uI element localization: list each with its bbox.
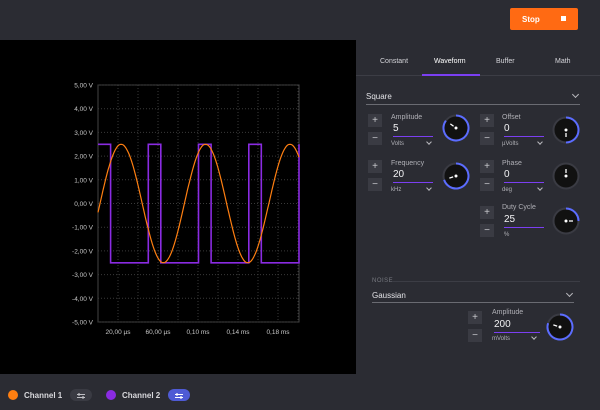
waveform-type-value: Square bbox=[366, 92, 392, 101]
knob-center bbox=[558, 325, 562, 329]
y-tick-label: 5,00 V bbox=[74, 83, 93, 90]
x-tick-label: 0,10 ms bbox=[186, 329, 210, 336]
channel-1-toggle[interactable] bbox=[70, 389, 92, 401]
plot-area[interactable]: 5,00 V 4,00 V 3,00 V 2,00 V 1,00 V 0,00 V -1,0… bbox=[0, 40, 356, 374]
y-tick-label: 1,00 V bbox=[74, 177, 93, 184]
y-tick-label: -3,00 V bbox=[72, 272, 94, 279]
tab-buffer[interactable]: Buffer bbox=[496, 58, 515, 65]
chevron-down-icon bbox=[531, 334, 537, 340]
frequency-input[interactable]: 20 bbox=[393, 169, 433, 183]
amplitude-unit-value: Volts bbox=[391, 141, 405, 147]
knob-center bbox=[454, 126, 458, 130]
noise-section-label: NOISE bbox=[372, 278, 394, 284]
amplitude-decrement-button[interactable]: − bbox=[368, 132, 382, 145]
phase-unit-select[interactable]: deg bbox=[502, 185, 544, 193]
tab-constant[interactable]: Constant bbox=[380, 58, 408, 65]
y-tick-label: 0,00 V bbox=[74, 201, 93, 208]
phase-decrement-button[interactable]: − bbox=[480, 178, 494, 191]
y-tick-label: -5,00 V bbox=[72, 320, 94, 327]
amplitude-input[interactable]: 5 bbox=[393, 123, 433, 137]
offset-increment-button[interactable]: + bbox=[480, 114, 494, 127]
offset-input[interactable]: 0 bbox=[504, 123, 544, 137]
signal-generator-panel: Constant Waveform Buffer Math Square + −… bbox=[356, 40, 600, 374]
offset-decrement-button[interactable]: − bbox=[480, 132, 494, 145]
noise-amplitude-input[interactable]: 200 bbox=[494, 319, 540, 333]
offset-label: Offset bbox=[502, 114, 521, 121]
noise-amplitude-increment-button[interactable]: + bbox=[468, 311, 482, 324]
x-tick-label: 0,14 ms bbox=[226, 329, 250, 336]
phase-increment-button[interactable]: + bbox=[480, 160, 494, 173]
x-tick-label: 60,00 µs bbox=[145, 329, 171, 336]
chevron-down-icon bbox=[571, 90, 580, 99]
frequency-decrement-button[interactable]: − bbox=[368, 178, 382, 191]
frequency-unit-select[interactable]: kHz bbox=[391, 185, 433, 193]
duty-cycle-knob[interactable] bbox=[552, 207, 580, 235]
oscilloscope-plot: 5,00 V 4,00 V 3,00 V 2,00 V 1,00 V 0,00 V -1,0… bbox=[72, 83, 300, 336]
noise-amplitude-unit-select[interactable]: mVolts bbox=[492, 334, 538, 342]
chevron-down-icon bbox=[537, 185, 543, 191]
offset-unit-select[interactable]: µVolts bbox=[502, 139, 544, 147]
channel-1-color-dot bbox=[8, 390, 18, 400]
duty-cycle-unit: % bbox=[504, 232, 510, 238]
knob-center bbox=[454, 174, 458, 178]
tab-bar: Constant Waveform Buffer Math bbox=[356, 40, 600, 76]
y-tick-label: 3,00 V bbox=[74, 130, 93, 137]
active-tab-indicator bbox=[422, 74, 480, 76]
knob-center bbox=[564, 128, 568, 132]
top-bar: Stop bbox=[0, 0, 600, 40]
duty-cycle-input[interactable]: 25 bbox=[504, 214, 544, 228]
chevron-down-icon bbox=[426, 139, 432, 145]
noise-type-value: Gaussian bbox=[372, 291, 406, 300]
channel-1-label: Channel 1 bbox=[24, 391, 63, 400]
stop-button[interactable]: Stop bbox=[510, 8, 578, 30]
channel-2-toggle[interactable] bbox=[168, 389, 190, 401]
tab-waveform[interactable]: Waveform bbox=[434, 58, 466, 65]
knob-center bbox=[564, 219, 568, 223]
knob-center bbox=[564, 174, 568, 178]
duty-cycle-label: Duty Cycle bbox=[502, 204, 536, 211]
chevron-down-icon bbox=[565, 289, 574, 298]
noise-amplitude-decrement-button[interactable]: − bbox=[468, 329, 482, 342]
amplitude-label: Amplitude bbox=[391, 114, 423, 121]
noise-amplitude-knob[interactable] bbox=[546, 313, 574, 341]
amplitude-knob[interactable] bbox=[442, 114, 470, 142]
x-tick-label: 20,00 µs bbox=[105, 329, 131, 336]
chevron-down-icon bbox=[426, 185, 432, 191]
frequency-label: Frequency bbox=[391, 160, 425, 167]
sliders-icon bbox=[77, 393, 85, 399]
channel-footer: Channel 1 Channel 2 bbox=[0, 378, 600, 410]
stop-icon bbox=[561, 16, 566, 21]
frequency-unit-value: kHz bbox=[391, 187, 402, 193]
y-tick-label: 2,00 V bbox=[74, 154, 93, 161]
duty-cycle-increment-button[interactable]: + bbox=[480, 206, 494, 219]
phase-knob[interactable] bbox=[552, 162, 580, 190]
y-tick-label: 4,00 V bbox=[74, 106, 93, 113]
x-tick-label: 0,18 ms bbox=[266, 329, 290, 336]
amplitude-increment-button[interactable]: + bbox=[368, 114, 382, 127]
stop-button-label: Stop bbox=[522, 14, 540, 24]
noise-amplitude-unit-value: mVolts bbox=[492, 336, 511, 342]
frequency-knob[interactable] bbox=[442, 162, 470, 190]
phase-unit-value: deg bbox=[502, 187, 513, 193]
chevron-down-icon bbox=[537, 139, 543, 145]
noise-type-select[interactable]: Gaussian bbox=[372, 289, 574, 303]
duty-cycle-decrement-button[interactable]: − bbox=[480, 224, 494, 237]
noise-amplitude-label: Amplitude bbox=[492, 309, 524, 316]
waveform-type-select[interactable]: Square bbox=[366, 90, 580, 105]
noise-divider bbox=[392, 281, 580, 282]
channel-2-label: Channel 2 bbox=[122, 391, 161, 400]
y-tick-label: -1,00 V bbox=[72, 225, 94, 232]
phase-input[interactable]: 0 bbox=[504, 169, 544, 183]
offset-knob[interactable] bbox=[552, 116, 580, 144]
y-tick-label: -2,00 V bbox=[72, 248, 94, 255]
y-tick-label: -4,00 V bbox=[72, 296, 94, 303]
tab-math[interactable]: Math bbox=[555, 58, 571, 65]
phase-label: Phase bbox=[502, 160, 522, 167]
frequency-increment-button[interactable]: + bbox=[368, 160, 382, 173]
amplitude-unit-select[interactable]: Volts bbox=[391, 139, 433, 147]
sliders-icon bbox=[175, 393, 183, 399]
channel-2-color-dot bbox=[106, 390, 116, 400]
offset-unit-value: µVolts bbox=[502, 141, 519, 147]
